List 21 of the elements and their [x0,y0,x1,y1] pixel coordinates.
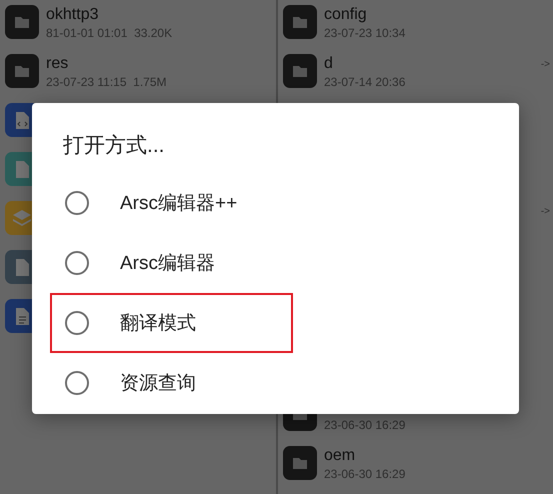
file-details: 23-07-14 20:36 [324,74,406,90]
dialog-title: 打开方式... [63,133,165,159]
file-name: oem [324,446,356,466]
file-details: 23-06-30 16:29 [324,466,406,482]
option-label: Arsc编辑器++ [120,192,238,216]
option-label: 翻译模式 [120,312,196,336]
highlighted-option[interactable]: 翻译模式 [50,293,293,353]
app-option[interactable]: Arsc编辑器 [50,233,293,293]
link-arrow: -> [540,206,550,217]
file-name: config [324,5,368,25]
file-details: 81-01-01 01:01 33.20K [46,25,172,41]
file-name: res [46,54,70,74]
app-option[interactable]: Arsc编辑器++ [50,173,293,233]
option-label: 资源查询 [120,372,196,396]
file-name: okhttp3 [46,5,100,25]
app-option[interactable]: 资源查询 [50,353,293,413]
file-details: 23-07-23 10:34 [324,25,406,41]
link-arrow: -> [540,59,550,70]
file-name: d [324,54,334,74]
file-details: 23-07-23 11:15 1.75M [46,74,167,90]
option-label: Arsc编辑器 [120,252,215,276]
